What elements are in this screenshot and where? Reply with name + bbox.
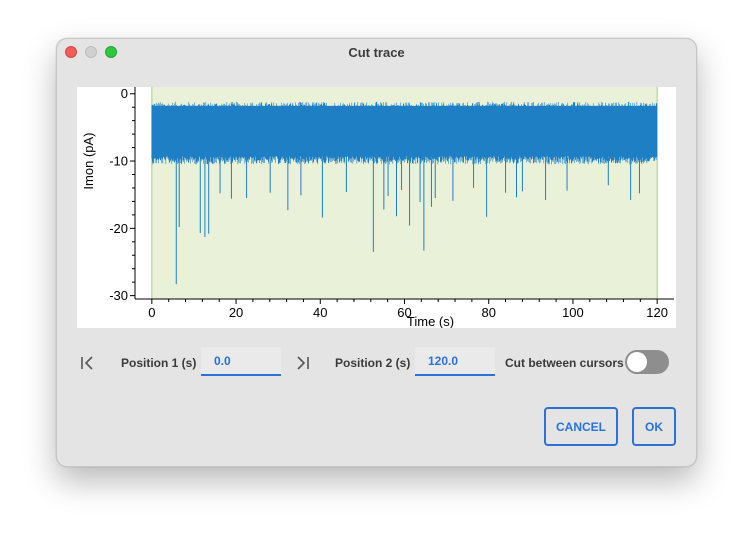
- x-tick-label: 120: [646, 305, 668, 320]
- skip-to-start-icon[interactable]: [79, 354, 97, 372]
- window-title: Cut trace: [348, 45, 405, 60]
- x-tick-label: 80: [481, 305, 495, 320]
- trace-plot[interactable]: 0 -10 -20 -30 0 20 40 60 80 100 120 Time (s) Imon (p…: [77, 87, 676, 328]
- x-axis-label: Time (s): [407, 314, 454, 328]
- y-tick-label: -30: [109, 288, 128, 303]
- y-tick-label: -20: [109, 221, 128, 236]
- y-tick-label: 0: [121, 87, 128, 101]
- y-axis-label: Imon (pA): [81, 132, 96, 189]
- title-bar: Cut trace: [57, 39, 696, 66]
- toggle-knob: [627, 352, 647, 372]
- position2-label: Position 2 (s): [335, 356, 411, 370]
- trace-band: [151, 105, 658, 155]
- position1-label: Position 1 (s): [121, 356, 197, 370]
- position2-input[interactable]: [415, 347, 495, 368]
- cancel-button[interactable]: CANCEL: [544, 407, 618, 446]
- cut-trace-dialog: Cut trace 0 -10 -20 -30 0 20 40 60 80 100 120 Time …: [56, 38, 697, 467]
- trace-chart-svg: 0-10-20-300 20 40 60 80 100 120Time (s)Imon (p…: [81, 87, 674, 328]
- ok-button[interactable]: OK: [632, 407, 676, 446]
- y-tick-label: -10: [109, 154, 128, 169]
- x-tick-label: 40: [313, 305, 327, 320]
- position1-field[interactable]: [201, 347, 281, 376]
- cut-between-cursors-label: Cut between cursors: [505, 356, 624, 370]
- cut-between-cursors-toggle[interactable]: [625, 350, 669, 374]
- position2-field[interactable]: [415, 347, 495, 376]
- x-tick-label: 0: [148, 305, 155, 320]
- x-tick-label: 20: [229, 305, 243, 320]
- x-tick-label: 100: [562, 305, 584, 320]
- skip-to-end-icon[interactable]: [293, 354, 311, 372]
- position1-input[interactable]: [201, 347, 281, 368]
